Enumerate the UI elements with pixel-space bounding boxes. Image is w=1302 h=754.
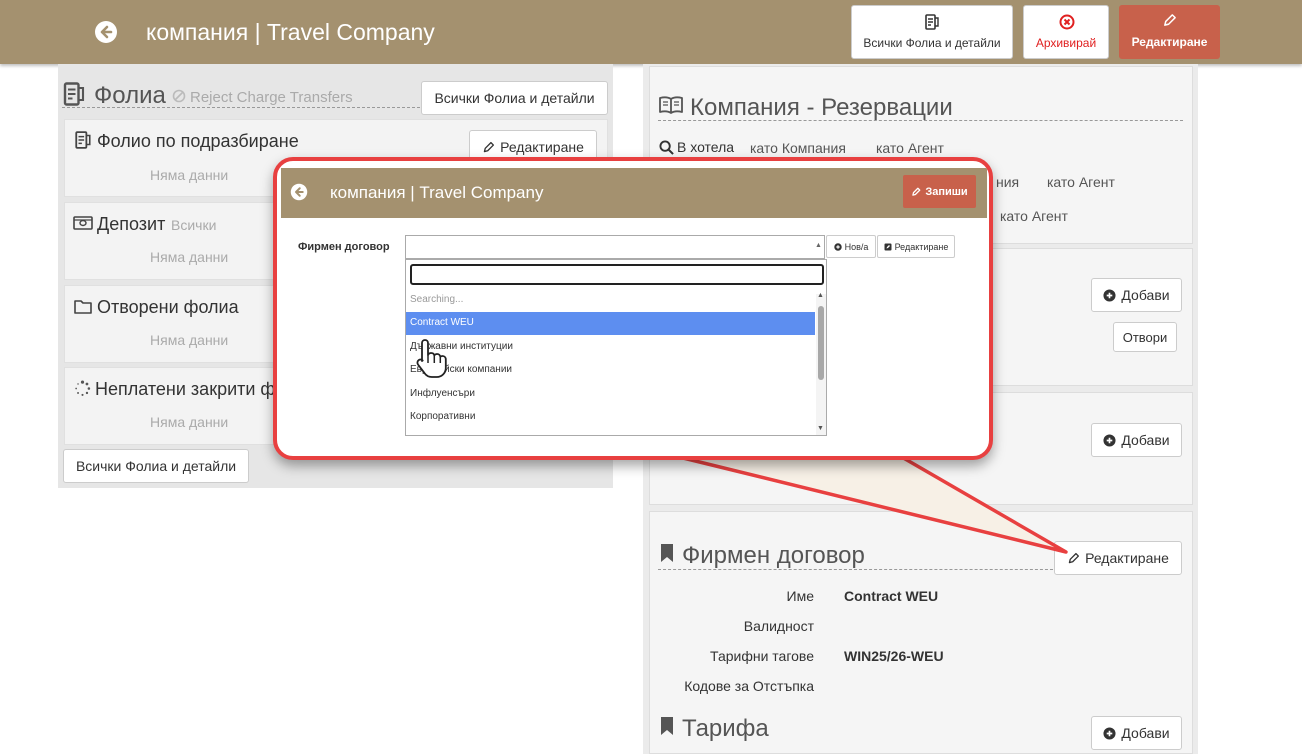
dropdown-option[interactable]: Корпоративни xyxy=(410,411,475,422)
save-label: Запиши xyxy=(925,185,968,198)
edit-contract-button[interactable]: Редактиране xyxy=(877,235,955,258)
new-label: Нов/а xyxy=(844,241,869,252)
scrollbar-thumb[interactable] xyxy=(818,306,824,380)
back-icon[interactable] xyxy=(290,183,308,201)
select-arrow-icon: ▲ xyxy=(815,242,822,249)
dropdown-option[interactable]: Contract WEU xyxy=(410,317,474,328)
callout-popup: компания | Travel Company Запиши Фирмен … xyxy=(273,157,993,460)
edit-square-icon xyxy=(884,243,892,250)
contract-field-label: Фирмен договор xyxy=(298,241,390,253)
scroll-down-icon: ▼ xyxy=(817,425,824,432)
popup-title: компания | Travel Company xyxy=(330,183,544,202)
dropdown-option[interactable]: Инфлуенсъри xyxy=(410,388,475,399)
hand-pointer-icon xyxy=(416,339,447,378)
new-contract-button[interactable]: Нов/а xyxy=(826,235,876,258)
scroll-up-icon: ▲ xyxy=(817,292,824,299)
popup-header: компания | Travel Company Запиши xyxy=(281,168,987,218)
popup-save-button[interactable]: Запиши xyxy=(903,175,976,208)
plus-circle-icon xyxy=(833,242,842,251)
pencil-icon xyxy=(912,187,921,196)
contract-dropdown: Searching... Contract WEU Държавни инсти… xyxy=(405,259,827,436)
dropdown-search-input[interactable] xyxy=(410,264,824,285)
search-status: Searching... xyxy=(410,294,464,305)
dropdown-scrollbar[interactable]: ▲ ▼ xyxy=(816,292,826,435)
edit-label: Редактиране xyxy=(894,241,949,252)
contract-select[interactable]: ▲ xyxy=(405,235,825,259)
